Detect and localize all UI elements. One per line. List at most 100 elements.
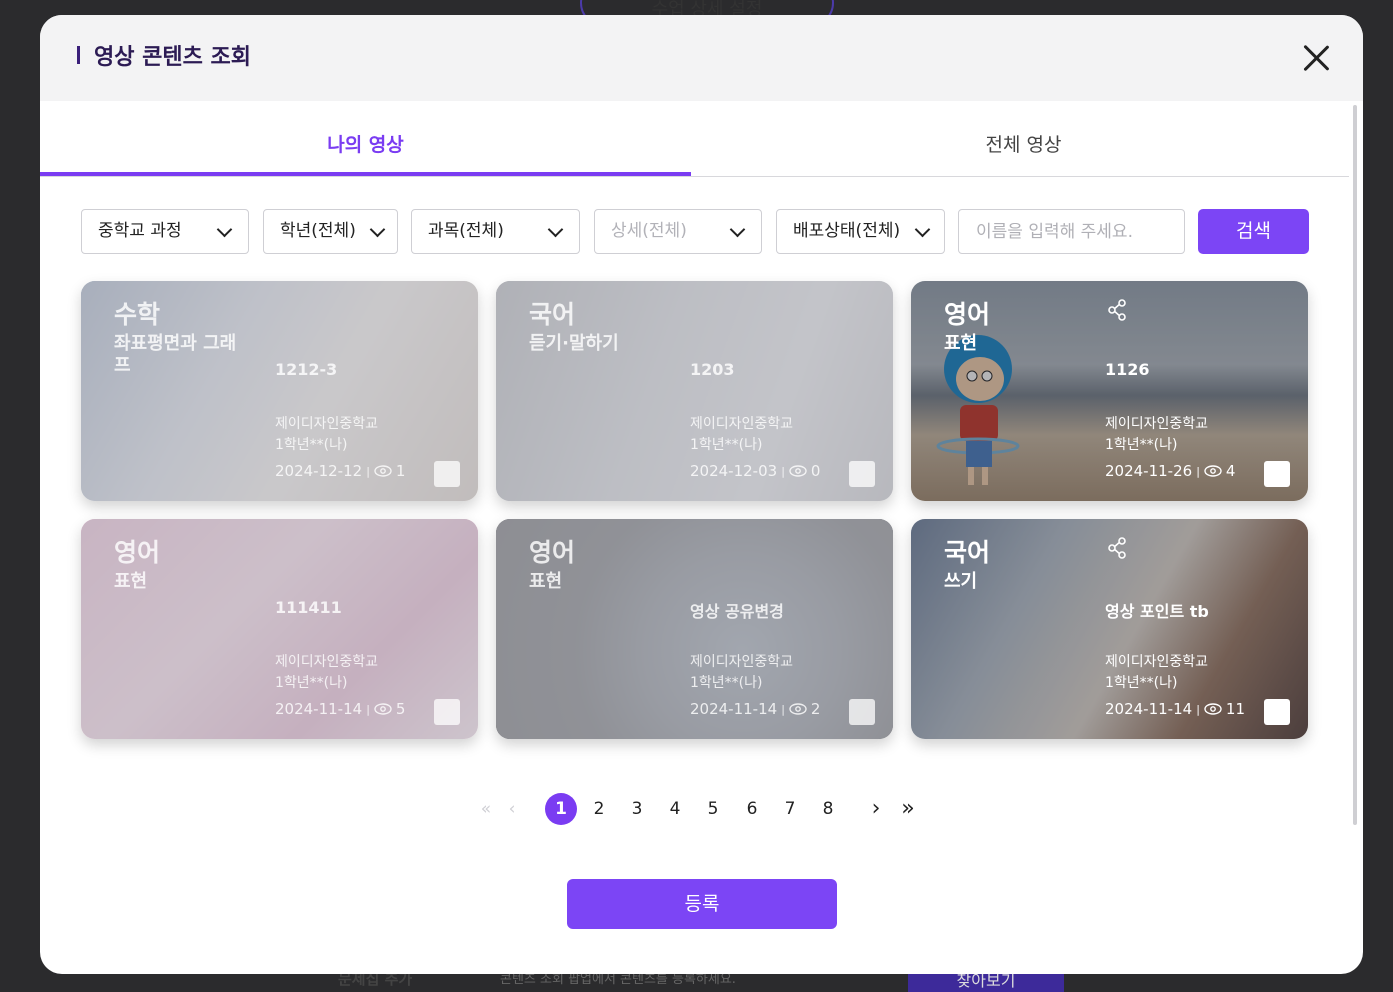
card-checkbox[interactable] (434, 699, 460, 725)
register-button[interactable]: 등록 (567, 879, 837, 929)
card-views: 2 (810, 700, 821, 718)
eye-icon (789, 465, 807, 477)
meta-separator: | (1196, 464, 1200, 478)
card-grade: 1학년**(나) (690, 675, 763, 691)
grade-select[interactable]: 학년(전체) (263, 209, 398, 254)
video-card[interactable]: 수학 좌표평면과 그래프 1212-3 제이디자인중학교 1학년**(나) 20… (81, 281, 478, 501)
card-date: 2024-11-26 (1105, 462, 1193, 480)
card-subject: 영어 (114, 538, 161, 567)
card-title: 111411 (275, 598, 342, 617)
eye-icon (374, 703, 392, 715)
chevron-down-icon (369, 221, 386, 238)
eye-icon (789, 703, 807, 715)
name-search-input[interactable] (958, 209, 1185, 254)
card-title: 1126 (1105, 360, 1150, 379)
page-5-button[interactable]: 5 (697, 793, 729, 825)
meta-separator: | (781, 464, 785, 478)
card-unit: 표현 (944, 333, 978, 354)
card-unit: 쓰기 (944, 571, 978, 592)
course-select-value: 중학교 과정 (98, 221, 182, 241)
chevron-down-icon (547, 221, 564, 238)
card-meta: 2024-12-12 | 1 (275, 462, 405, 480)
last-page-button[interactable]: » (892, 793, 924, 825)
detail-select[interactable]: 상세(전체) (594, 209, 762, 254)
card-date: 2024-11-14 (1105, 700, 1193, 718)
card-checkbox[interactable] (849, 461, 875, 487)
subject-select[interactable]: 과목(전체) (411, 209, 580, 254)
card-unit: 표현 (529, 571, 563, 592)
modal-title: 영상 콘텐츠 조회 (94, 45, 251, 70)
search-button[interactable]: 검색 (1198, 209, 1309, 254)
card-meta: 2024-12-03 | 0 (690, 462, 820, 480)
card-meta: 2024-11-26 | 4 (1105, 462, 1235, 480)
tab-all-videos[interactable]: 전체 영상 (698, 101, 1349, 176)
card-unit: 좌표평면과 그래프 (114, 333, 237, 376)
tab-my-videos[interactable]: 나의 영상 (40, 101, 691, 176)
subject-select-value: 과목(전체) (428, 221, 504, 241)
card-subject: 수학 (114, 300, 161, 329)
grade-select-value: 학년(전체) (280, 221, 356, 241)
card-title: 1212-3 (275, 360, 338, 379)
card-subject: 영어 (944, 300, 991, 329)
card-school: 제이디자인중학교 (690, 654, 794, 670)
card-checkbox[interactable] (1264, 461, 1290, 487)
card-school: 제이디자인중학교 (1105, 654, 1209, 670)
status-select[interactable]: 배포상태(전체) (776, 209, 945, 254)
page-8-button[interactable]: 8 (812, 793, 844, 825)
card-checkbox[interactable] (434, 461, 460, 487)
status-select-value: 배포상태(전체) (793, 221, 901, 241)
chevron-down-icon (914, 221, 931, 238)
card-date: 2024-12-03 (690, 462, 778, 480)
video-card[interactable]: 국어 듣기·말하기 1203 제이디자인중학교 1학년**(나) 2024-12… (496, 281, 893, 501)
page-4-button[interactable]: 4 (659, 793, 691, 825)
video-card[interactable]: 영어 표현 1126 제이디자인중학교 1학년**(나) 2024-11-26 |… (911, 281, 1308, 501)
card-views: 1 (395, 462, 406, 480)
page-3-button[interactable]: 3 (621, 793, 653, 825)
share-icon[interactable] (1107, 537, 1127, 559)
card-unit: 듣기·말하기 (529, 333, 619, 354)
chevron-down-icon (729, 221, 746, 238)
card-views: 5 (395, 700, 406, 718)
page-1-button[interactable]: 1 (545, 793, 577, 825)
card-school: 제이디자인중학교 (1105, 416, 1209, 432)
detail-select-value: 상세(전체) (611, 221, 687, 241)
card-subject: 국어 (944, 538, 991, 567)
page-7-button[interactable]: 7 (774, 793, 806, 825)
card-title: 1203 (690, 360, 735, 379)
meta-separator: | (366, 464, 370, 478)
card-grade: 1학년**(나) (275, 437, 348, 453)
card-grade: 1학년**(나) (1105, 675, 1178, 691)
card-title: 영상 포인트 tb (1105, 602, 1209, 621)
card-meta: 2024-11-14 | 2 (690, 700, 820, 718)
tab-bar: 나의 영상 전체 영상 (40, 101, 1349, 177)
card-checkbox[interactable] (1264, 699, 1290, 725)
card-title: 영상 공유변경 (690, 602, 784, 621)
share-icon[interactable] (1107, 299, 1127, 321)
card-views: 4 (1225, 462, 1236, 480)
card-school: 제이디자인중학교 (275, 654, 379, 670)
eye-icon (1204, 465, 1222, 477)
video-card[interactable]: 영어 표현 111411 제이디자인중학교 1학년**(나) 2024-11-1… (81, 519, 478, 739)
card-school: 제이디자인중학교 (275, 416, 379, 432)
prev-page-button[interactable]: ‹ (496, 793, 528, 825)
close-icon[interactable] (1299, 41, 1333, 75)
eye-icon (374, 465, 392, 477)
card-unit: 표현 (114, 571, 148, 592)
card-meta: 2024-11-14 | 11 (1105, 700, 1245, 718)
card-subject: 영어 (529, 538, 576, 567)
video-card[interactable]: 국어 쓰기 영상 포인트 tb 제이디자인중학교 1학년**(나) 2024-1… (911, 519, 1308, 739)
next-page-button[interactable]: › (860, 793, 892, 825)
card-checkbox[interactable] (849, 699, 875, 725)
title-accent-bar (77, 46, 80, 64)
meta-separator: | (781, 702, 785, 716)
video-card[interactable]: 영어 표현 영상 공유변경 제이디자인중학교 1학년**(나) 2024-11-… (496, 519, 893, 739)
chevron-down-icon (216, 221, 233, 238)
modal-scrollbar[interactable] (1353, 105, 1357, 825)
course-select[interactable]: 중학교 과정 (81, 209, 249, 254)
card-views: 0 (810, 462, 821, 480)
page-6-button[interactable]: 6 (736, 793, 768, 825)
video-content-modal: 영상 콘텐츠 조회 나의 영상 전체 영상 중학교 과정 학년(전체) 과목(전… (40, 15, 1363, 974)
page-2-button[interactable]: 2 (583, 793, 615, 825)
card-grade: 1학년**(나) (1105, 437, 1178, 453)
card-subject: 국어 (529, 300, 576, 329)
